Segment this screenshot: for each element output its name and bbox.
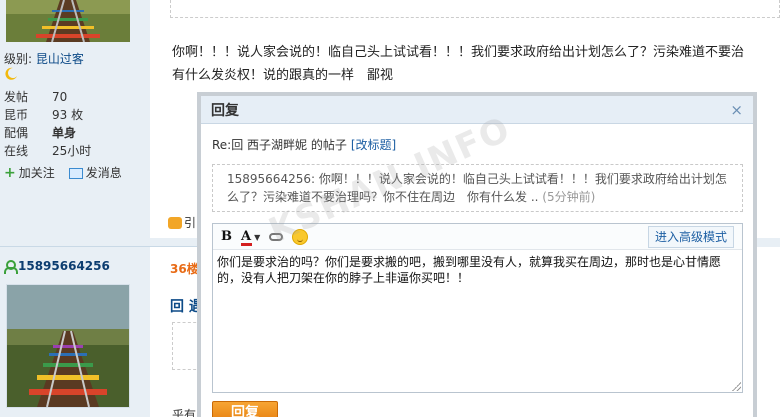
stat-spouse: 配偶 单身: [4, 126, 77, 140]
stat-posts: 发帖 70: [4, 90, 68, 104]
quote-reply-link[interactable]: 引: [168, 214, 196, 231]
post-content: 乎有: [172, 408, 197, 417]
user-icon: [4, 260, 18, 274]
reply-dialog: 回复 × Re:回 西子湖畔妮 的帖子 [改标题] 15895664256: 你啊…: [197, 92, 757, 417]
avatar[interactable]: [6, 0, 130, 42]
plus-icon: +: [4, 165, 16, 181]
moon-level-icon: [4, 67, 18, 81]
user-level: 级别: 昆山过客: [4, 52, 84, 66]
reply-subject: Re:回 西子湖畔妮 的帖子 [改标题]: [212, 138, 397, 152]
message-icon: [68, 167, 83, 179]
user-actions: + 加关注 发消息: [4, 164, 122, 182]
submit-reply-button[interactable]: 回复: [212, 401, 278, 417]
chevron-down-icon: ▼: [254, 231, 261, 242]
link-icon[interactable]: [269, 232, 284, 241]
floor-number: 36楼: [170, 262, 199, 276]
reply-bubble-icon: [168, 216, 182, 229]
dialog-title: 回复: [211, 102, 239, 119]
user-stats: 发帖 70 昆币 93 枚 配偶 单身 在线 25小时: [4, 88, 144, 160]
close-icon[interactable]: ×: [730, 101, 743, 119]
edit-title-link[interactable]: [改标题]: [351, 138, 396, 152]
emoji-icon[interactable]: [292, 228, 309, 245]
post-content: 你啊！！！说人家会说的！临自己头上试试看！！！我们要求政府给出计划怎么了？污染难…: [172, 45, 745, 83]
quoted-message: 15895664256: 你啊！！！说人家会说的！临自己头上试试看！！！我们要求…: [212, 164, 743, 212]
dialog-header: 回复 ×: [201, 96, 753, 124]
quote-box: [170, 0, 780, 18]
avatar[interactable]: [6, 284, 130, 408]
reply-editor: B A ▼ 进入高级模式 你们是要求治的吗？你们是要求搬的吧，搬到哪里没有人，就算…: [212, 223, 743, 393]
resize-handle[interactable]: [732, 382, 741, 391]
advanced-mode-button[interactable]: 进入高级模式: [647, 225, 734, 248]
font-color-button[interactable]: A ▼: [241, 229, 261, 246]
quote-timestamp: (5分钟前): [542, 190, 596, 204]
stat-coins: 昆币 93 枚: [4, 108, 84, 122]
stat-online: 在线 25小时: [4, 144, 92, 158]
post-author[interactable]: 15895664256: [4, 259, 110, 274]
reply-textarea[interactable]: 你们是要求治的吗？你们是要求搬的吧，搬到哪里没有人，就算我买在周边，那时也是心甘…: [213, 250, 742, 392]
send-message-button[interactable]: 发消息: [68, 164, 122, 182]
follow-button[interactable]: + 加关注: [4, 164, 55, 182]
bold-button[interactable]: B: [221, 229, 232, 244]
editor-toolbar: B A ▼ 进入高级模式: [213, 224, 742, 250]
